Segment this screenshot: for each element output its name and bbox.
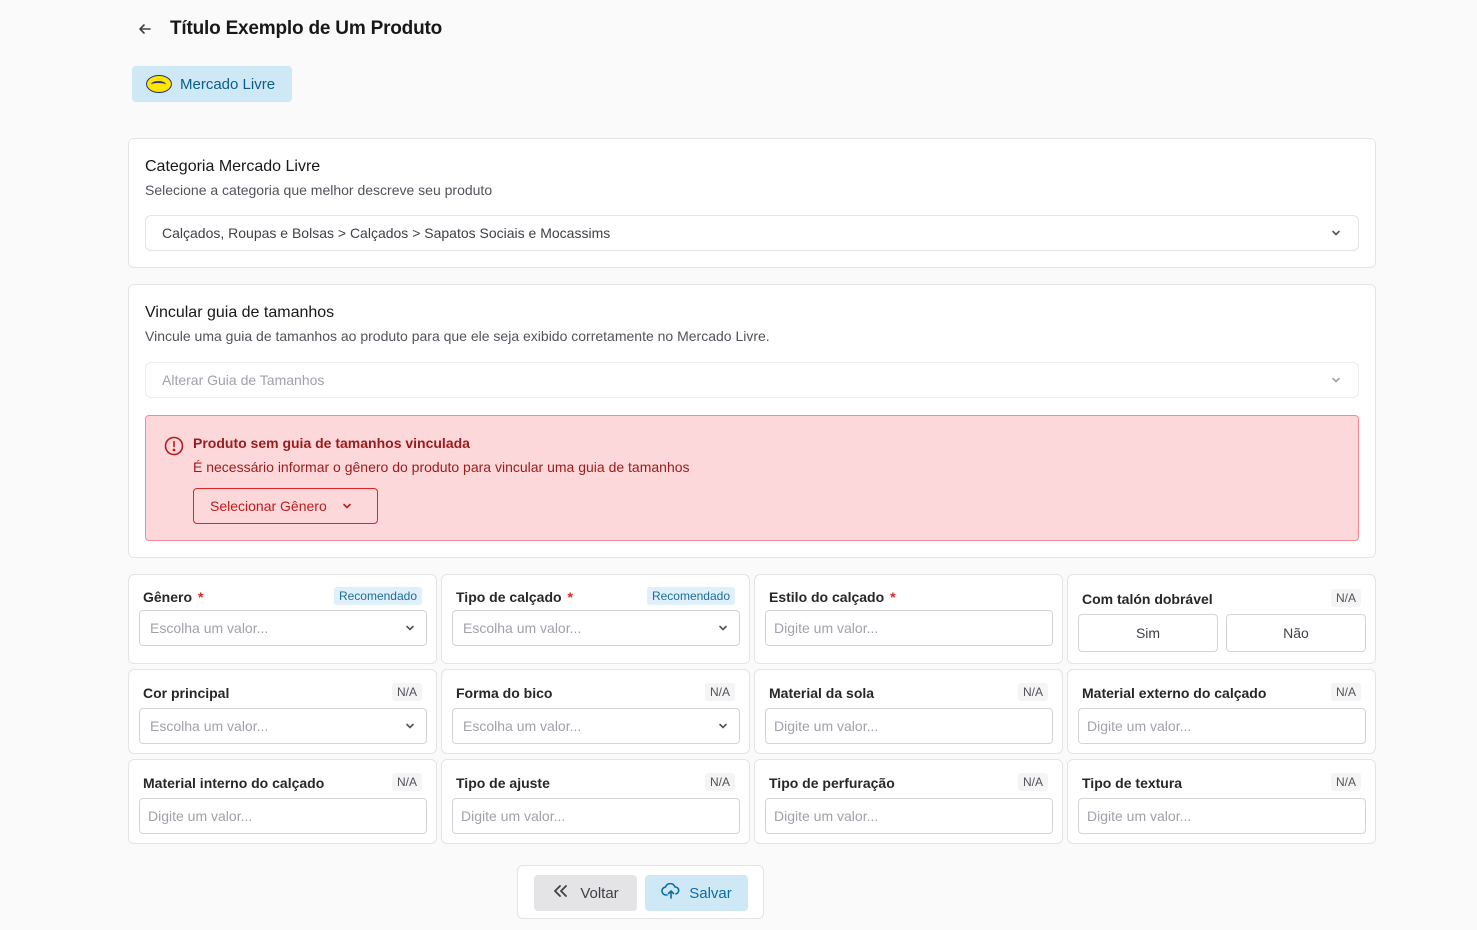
alert-description: É necessário informar o gênero do produt… [193, 459, 690, 475]
input-placeholder: Digite um valor... [774, 808, 879, 824]
page-header: Título Exemplo de Um Produto [136, 18, 442, 40]
size-guide-title: Vincular guia de tamanhos [145, 304, 335, 321]
mercado-livre-logo-icon [146, 75, 172, 93]
select-placeholder: Escolha um valor... [463, 718, 582, 734]
save-button[interactable]: Salvar [645, 875, 748, 911]
na-badge: N/A [391, 773, 422, 791]
recommended-badge: Recomendado [333, 587, 422, 605]
back-button-label: Voltar [580, 884, 619, 902]
page-title: Título Exemplo de Um Produto [170, 18, 443, 39]
na-badge: N/A [1017, 773, 1048, 791]
na-badge: N/A [1330, 683, 1361, 701]
input-placeholder: Digite um valor... [148, 808, 253, 824]
attribute-cor-principal: Cor principal N/A Escolha um valor... [128, 669, 437, 754]
attribute-com-talon-dobravel: Com talón dobrável N/A Sim Não [1067, 574, 1376, 664]
attribute-label: Estilo do calçado * [769, 589, 896, 605]
na-badge: N/A [704, 773, 735, 791]
chevron-down-icon [404, 622, 416, 634]
select-placeholder: Escolha um valor... [463, 620, 582, 636]
material-interno-input[interactable]: Digite um valor... [139, 798, 427, 834]
tipo-de-ajuste-input[interactable]: Digite um valor... [452, 798, 740, 834]
attribute-label: Tipo de perfuração [769, 775, 895, 791]
back-button[interactable]: Voltar [534, 875, 637, 911]
marketplace-label: Mercado Livre [180, 75, 276, 93]
chevron-down-icon [717, 622, 729, 634]
attribute-label: Tipo de textura [1082, 775, 1183, 791]
talon-yes-button[interactable]: Sim [1078, 614, 1218, 652]
attribute-label: Material externo do calçado [1082, 685, 1267, 701]
chevron-down-icon [341, 500, 353, 512]
attribute-estilo-do-calcado: Estilo do calçado * Digite um valor... [754, 574, 1063, 664]
chevron-down-icon [1330, 227, 1342, 239]
select-placeholder: Escolha um valor... [150, 620, 269, 636]
tipo-de-textura-input[interactable]: Digite um valor... [1078, 798, 1366, 834]
attribute-label: Tipo de ajuste [456, 775, 550, 791]
attribute-forma-do-bico: Forma do bico N/A Escolha um valor... [441, 669, 750, 754]
size-guide-description: Vincule uma guia de tamanhos ao produto … [145, 328, 770, 344]
size-guide-card: Vincular guia de tamanhos Vincule uma gu… [128, 284, 1376, 558]
category-card: Categoria Mercado Livre Selecione a cate… [128, 138, 1376, 268]
attribute-material-externo: Material externo do calçado N/A Digite u… [1067, 669, 1376, 754]
attribute-material-da-sola: Material da sola N/A Digite um valor... [754, 669, 1063, 754]
chevron-down-icon [717, 720, 729, 732]
alert-circle-icon [164, 436, 184, 456]
material-externo-input[interactable]: Digite um valor... [1078, 708, 1366, 744]
alert-title: Produto sem guia de tamanhos vinculada [193, 435, 470, 451]
attribute-label: Forma do bico [456, 685, 553, 701]
chevrons-left-icon [552, 884, 568, 902]
select-gender-button[interactable]: Selecionar Gênero [193, 488, 378, 524]
estilo-do-calcado-input[interactable]: Digite um valor... [765, 610, 1053, 646]
size-guide-select-placeholder: Alterar Guia de Tamanhos [162, 372, 325, 388]
marketplace-tab-mercado-livre[interactable]: Mercado Livre [132, 66, 292, 102]
chevron-down-icon [404, 720, 416, 732]
input-placeholder: Digite um valor... [774, 718, 879, 734]
tipo-de-calcado-select[interactable]: Escolha um valor... [452, 610, 740, 646]
size-guide-alert: Produto sem guia de tamanhos vinculada É… [145, 415, 1359, 541]
na-badge: N/A [391, 683, 422, 701]
attribute-label: Com talón dobrável [1082, 591, 1213, 607]
attribute-label: Material interno do calçado [143, 775, 325, 791]
attribute-label: Cor principal [143, 685, 230, 701]
talon-no-button[interactable]: Não [1226, 614, 1366, 652]
chevron-down-icon [1330, 374, 1342, 386]
attribute-label: Gênero * [143, 589, 204, 605]
input-placeholder: Digite um valor... [461, 808, 566, 824]
attribute-tipo-de-ajuste: Tipo de ajuste N/A Digite um valor... [441, 759, 750, 844]
attribute-label: Tipo de calçado * [456, 589, 573, 605]
category-title: Categoria Mercado Livre [145, 158, 321, 175]
input-placeholder: Digite um valor... [774, 620, 879, 636]
forma-do-bico-select[interactable]: Escolha um valor... [452, 708, 740, 744]
na-badge: N/A [704, 683, 735, 701]
attribute-genero: Gênero * Recomendado Escolha um valor... [128, 574, 437, 664]
footer-actions: Voltar Salvar [517, 865, 764, 919]
save-button-label: Salvar [689, 884, 732, 902]
attribute-tipo-de-textura: Tipo de textura N/A Digite um valor... [1067, 759, 1376, 844]
category-select-value: Calçados, Roupas e Bolsas > Calçados > S… [162, 225, 611, 241]
category-description: Selecione a categoria que melhor descrev… [145, 182, 493, 198]
select-gender-label: Selecionar Gênero [210, 498, 327, 514]
material-da-sola-input[interactable]: Digite um valor... [765, 708, 1053, 744]
na-badge: N/A [1017, 683, 1048, 701]
input-placeholder: Digite um valor... [1087, 718, 1192, 734]
attribute-tipo-de-calcado: Tipo de calçado * Recomendado Escolha um … [441, 574, 750, 664]
genero-select[interactable]: Escolha um valor... [139, 610, 427, 646]
attribute-material-interno: Material interno do calçado N/A Digite u… [128, 759, 437, 844]
cor-principal-select[interactable]: Escolha um valor... [139, 708, 427, 744]
attribute-label: Material da sola [769, 685, 875, 701]
size-guide-select[interactable]: Alterar Guia de Tamanhos [145, 362, 1359, 398]
category-select[interactable]: Calçados, Roupas e Bolsas > Calçados > S… [145, 215, 1359, 251]
tipo-de-perfuracao-input[interactable]: Digite um valor... [765, 798, 1053, 834]
input-placeholder: Digite um valor... [1087, 808, 1192, 824]
attribute-tipo-de-perfuracao: Tipo de perfuração N/A Digite um valor..… [754, 759, 1063, 844]
recommended-badge: Recomendado [646, 587, 735, 605]
na-badge: N/A [1330, 589, 1361, 607]
cloud-upload-icon [661, 882, 681, 903]
na-badge: N/A [1330, 773, 1361, 791]
arrow-left-icon[interactable] [136, 20, 154, 38]
select-placeholder: Escolha um valor... [150, 718, 269, 734]
